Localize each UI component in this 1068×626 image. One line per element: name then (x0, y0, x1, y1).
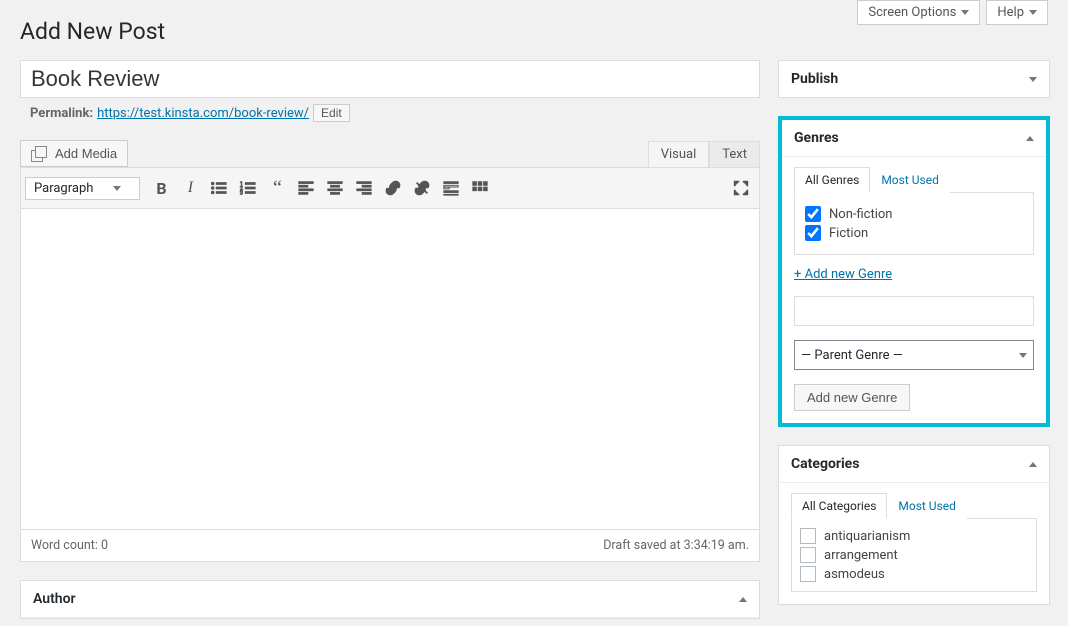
chevron-up-icon (739, 597, 747, 602)
add-new-genre-button[interactable]: Add new Genre (794, 384, 910, 411)
draft-saved-status: Draft saved at 3:34:19 am. (603, 538, 749, 553)
category-checkbox[interactable] (800, 566, 816, 582)
category-checkbox[interactable] (800, 528, 816, 544)
chevron-down-icon (113, 186, 121, 191)
genre-label: Fiction (829, 226, 868, 241)
tab-most-used-categories[interactable]: Most Used (887, 493, 967, 519)
genre-checkbox[interactable] (805, 206, 821, 222)
tab-text[interactable]: Text (709, 141, 760, 167)
toolbar-toggle-button[interactable] (466, 174, 494, 202)
bold-button[interactable]: B (147, 174, 175, 202)
chevron-down-icon (1019, 353, 1027, 358)
genres-metabox: Genres All Genres Most Used Non-fiction … (778, 116, 1050, 427)
unlink-button[interactable] (408, 174, 436, 202)
genre-label: Non-fiction (829, 207, 892, 222)
tab-visual[interactable]: Visual (648, 141, 710, 167)
align-right-button[interactable] (350, 174, 378, 202)
media-icon (31, 147, 49, 161)
genres-box-title: Genres (794, 130, 839, 146)
parent-genre-placeholder: — Parent Genre — (801, 348, 903, 363)
tab-all-categories[interactable]: All Categories (791, 493, 887, 519)
chevron-down-icon (961, 10, 969, 15)
categories-metabox: Categories All Categories Most Used anti… (778, 445, 1050, 605)
tab-most-used-genres[interactable]: Most Used (870, 167, 950, 193)
category-checkbox[interactable] (800, 547, 816, 563)
category-label: asmodeus (824, 567, 885, 582)
category-item[interactable]: arrangement (800, 547, 1028, 563)
help-label: Help (997, 5, 1024, 20)
numbered-list-button[interactable]: 123 (234, 174, 262, 202)
screen-options-label: Screen Options (868, 5, 956, 20)
chevron-up-icon (1029, 462, 1037, 467)
categories-checklist[interactable]: antiquarianism arrangement asmodeus (791, 518, 1037, 592)
parent-genre-select[interactable]: — Parent Genre — (794, 340, 1034, 370)
chevron-up-icon (1026, 136, 1034, 141)
editor-toolbar: Paragraph B I 123 “ (21, 168, 759, 209)
genres-checklist: Non-fiction Fiction (794, 192, 1034, 255)
genre-checkbox[interactable] (805, 225, 821, 241)
publish-box-header[interactable]: Publish (779, 61, 1049, 97)
chevron-down-icon (1029, 10, 1037, 15)
screen-options-button[interactable]: Screen Options (857, 0, 980, 25)
author-box-header[interactable]: Author (21, 581, 759, 618)
categories-box-title: Categories (791, 456, 859, 472)
bulleted-list-button[interactable] (205, 174, 233, 202)
categories-box-header[interactable]: Categories (779, 446, 1049, 483)
link-button[interactable] (379, 174, 407, 202)
blockquote-button[interactable]: “ (263, 174, 291, 202)
svg-text:3: 3 (240, 190, 243, 196)
author-box-title: Author (33, 591, 76, 607)
add-new-genre-toggle[interactable]: + Add new Genre (794, 267, 892, 282)
permalink-label: Permalink: (30, 106, 93, 121)
editor-status-bar: Word count: 0 Draft saved at 3:34:19 am. (21, 529, 759, 561)
tab-all-genres[interactable]: All Genres (794, 167, 870, 193)
help-button[interactable]: Help (986, 0, 1048, 25)
permalink-row: Permalink: https://test.kinsta.com/book-… (20, 104, 760, 122)
paragraph-format-select[interactable]: Paragraph (25, 177, 140, 200)
edit-slug-button[interactable]: Edit (313, 104, 350, 122)
align-center-button[interactable] (321, 174, 349, 202)
editor-content-area[interactable] (21, 209, 759, 529)
genre-item[interactable]: Fiction (805, 225, 1023, 241)
category-label: antiquarianism (824, 529, 910, 544)
italic-button[interactable]: I (176, 174, 204, 202)
insert-more-button[interactable] (437, 174, 465, 202)
genres-box-header[interactable]: Genres (782, 120, 1046, 157)
editor-box: Paragraph B I 123 “ (20, 167, 760, 562)
word-count: Word count: 0 (31, 538, 108, 553)
fullscreen-button[interactable] (727, 174, 755, 202)
publish-box-title: Publish (791, 71, 838, 87)
category-item[interactable]: antiquarianism (800, 528, 1028, 544)
category-item[interactable]: asmodeus (800, 566, 1028, 582)
chevron-down-icon (1029, 77, 1037, 82)
genre-item[interactable]: Non-fiction (805, 206, 1023, 222)
post-title-input[interactable] (20, 60, 760, 98)
add-media-button[interactable]: Add Media (20, 140, 128, 167)
new-genre-input[interactable] (794, 296, 1034, 326)
add-media-label: Add Media (55, 146, 117, 161)
permalink-url[interactable]: https://test.kinsta.com/book-review/ (97, 106, 309, 121)
publish-metabox: Publish (778, 60, 1050, 98)
page-title: Add New Post (20, 18, 165, 45)
category-label: arrangement (824, 548, 898, 563)
author-metabox: Author (20, 580, 760, 619)
align-left-button[interactable] (292, 174, 320, 202)
